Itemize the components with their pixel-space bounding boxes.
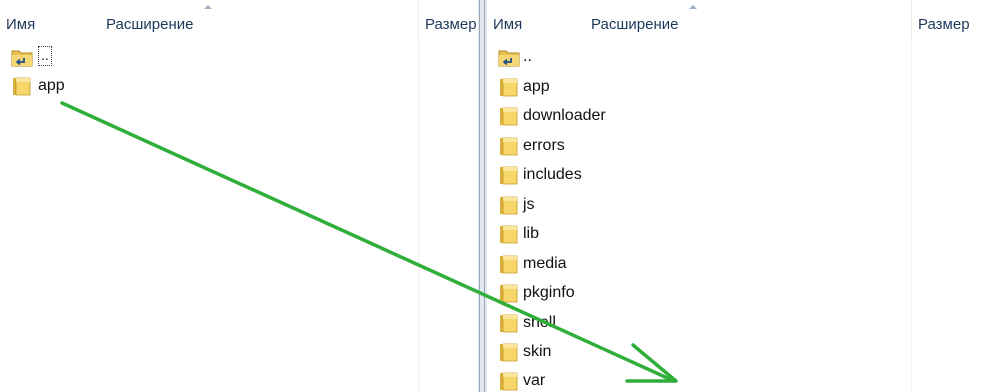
left-column-size-label: Размер bbox=[425, 16, 477, 33]
list-item[interactable]: shell bbox=[487, 309, 982, 338]
list-item[interactable]: js bbox=[487, 191, 982, 220]
right-column-extension[interactable]: Расширение bbox=[585, 0, 911, 40]
sort-ascending-icon bbox=[204, 5, 212, 9]
list-item-label: var bbox=[523, 372, 546, 389]
list-item[interactable]: lib bbox=[487, 220, 982, 249]
list-item-label: errors bbox=[523, 137, 565, 154]
right-column-name[interactable]: Имя bbox=[487, 0, 585, 40]
folder-icon bbox=[500, 372, 518, 391]
dual-pane-file-manager: Имя Расширение Размер .. app Имя Расшире… bbox=[0, 0, 982, 392]
folder-icon bbox=[500, 314, 518, 333]
folder-icon bbox=[500, 284, 518, 303]
folder-icon bbox=[500, 255, 518, 274]
list-item[interactable]: app bbox=[0, 72, 478, 101]
list-item-label: downloader bbox=[523, 107, 606, 124]
list-item-label: pkginfo bbox=[523, 284, 575, 301]
list-item-label: skin bbox=[523, 343, 552, 360]
folder-icon bbox=[500, 343, 518, 362]
list-item-label: lib bbox=[523, 225, 540, 242]
right-column-header: Имя Расширение Размер bbox=[487, 0, 982, 40]
left-column-name-label: Имя bbox=[6, 16, 36, 33]
list-item[interactable]: .. bbox=[0, 43, 478, 72]
splitter-edge bbox=[479, 0, 480, 392]
folder-icon bbox=[13, 77, 31, 96]
list-item-label: .. bbox=[523, 48, 532, 65]
folder-icon bbox=[500, 78, 518, 97]
left-column-extension[interactable]: Расширение bbox=[100, 0, 416, 40]
list-item-label: app bbox=[38, 77, 65, 94]
folder-icon bbox=[500, 137, 518, 156]
left-column-size[interactable]: Размер bbox=[418, 0, 478, 40]
right-column-name-label: Имя bbox=[493, 16, 523, 33]
list-item-label: js bbox=[523, 196, 535, 213]
up-folder-icon bbox=[11, 50, 33, 67]
list-item[interactable]: downloader bbox=[487, 102, 982, 131]
focus-rectangle: .. bbox=[38, 46, 52, 66]
list-item-label: app bbox=[523, 78, 550, 95]
right-file-panel[interactable]: Имя Расширение Размер .. app downloader … bbox=[487, 0, 982, 392]
sort-ascending-icon bbox=[689, 5, 697, 9]
left-column-header: Имя Расширение Размер bbox=[0, 0, 478, 40]
right-column-size[interactable]: Размер bbox=[911, 0, 982, 40]
list-item[interactable]: .. bbox=[487, 43, 982, 72]
splitter-edge bbox=[484, 0, 485, 392]
left-column-name[interactable]: Имя bbox=[0, 0, 100, 40]
list-item-label: shell bbox=[523, 314, 556, 331]
panel-splitter[interactable] bbox=[478, 0, 487, 392]
list-item[interactable]: var bbox=[487, 367, 982, 392]
list-item[interactable]: pkginfo bbox=[487, 279, 982, 308]
folder-icon bbox=[500, 166, 518, 185]
right-column-extension-label: Расширение bbox=[591, 16, 679, 33]
list-item-label: media bbox=[523, 255, 567, 272]
list-item-label: includes bbox=[523, 166, 582, 183]
left-column-extension-label: Расширение bbox=[106, 16, 194, 33]
list-item[interactable]: media bbox=[487, 250, 982, 279]
list-item-label: .. bbox=[41, 47, 49, 63]
list-item[interactable]: app bbox=[487, 73, 982, 102]
list-item[interactable]: skin bbox=[487, 338, 982, 367]
folder-icon bbox=[500, 196, 518, 215]
folder-icon bbox=[500, 225, 518, 244]
up-folder-icon bbox=[498, 50, 520, 67]
left-file-panel[interactable]: Имя Расширение Размер .. app bbox=[0, 0, 478, 392]
right-column-size-label: Размер bbox=[918, 16, 970, 33]
list-item[interactable]: includes bbox=[487, 161, 982, 190]
list-item[interactable]: errors bbox=[487, 132, 982, 161]
folder-icon bbox=[500, 107, 518, 126]
